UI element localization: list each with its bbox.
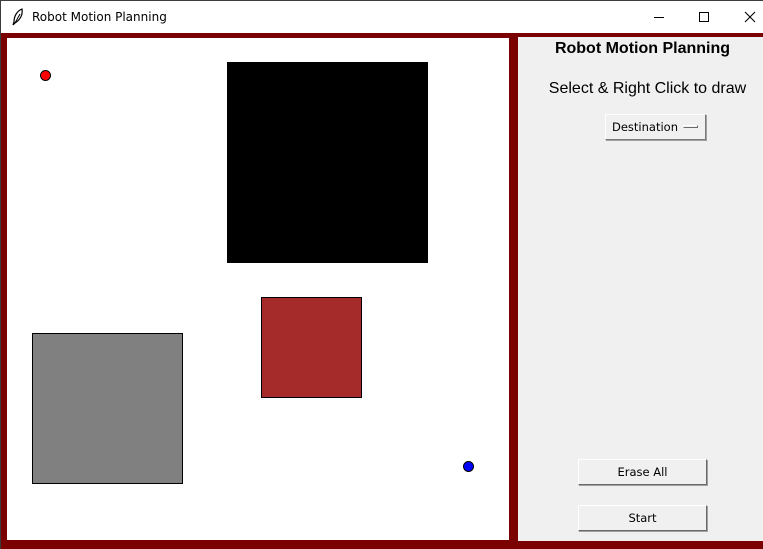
drawing-canvas[interactable] xyxy=(7,38,509,540)
minimize-icon xyxy=(654,17,664,18)
panel-title: Robot Motion Planning xyxy=(554,40,731,57)
app-window: Robot Motion Planning Robot Motion Plann… xyxy=(0,0,763,549)
title-bar[interactable]: Robot Motion Planning xyxy=(1,0,763,33)
maximize-icon xyxy=(699,12,709,22)
app-client-area: Robot Motion Planning Select & Right Cli… xyxy=(1,33,763,549)
close-button[interactable] xyxy=(727,1,763,33)
draw-mode-dropdown[interactable]: Destination xyxy=(605,114,706,140)
close-icon xyxy=(744,11,756,23)
draw-mode-selected: Destination xyxy=(612,120,678,134)
obstacle-brown-square xyxy=(261,297,362,398)
obstacle-black-square xyxy=(227,62,428,263)
erase-all-button[interactable]: Erase All xyxy=(578,459,707,485)
maximize-button[interactable] xyxy=(681,1,727,33)
control-panel: Robot Motion Planning Select & Right Cli… xyxy=(518,37,763,541)
option-menu-indicator-icon xyxy=(683,125,698,128)
minimize-button[interactable] xyxy=(636,1,682,33)
feather-icon xyxy=(12,8,23,26)
window-title: Robot Motion Planning xyxy=(32,10,167,24)
draw-instructions: Select & Right Click to draw xyxy=(548,80,747,97)
obstacle-gray-square xyxy=(32,333,183,484)
destination-point-marker xyxy=(463,461,474,472)
start-button[interactable]: Start xyxy=(578,505,707,531)
start-point-marker xyxy=(40,70,51,81)
